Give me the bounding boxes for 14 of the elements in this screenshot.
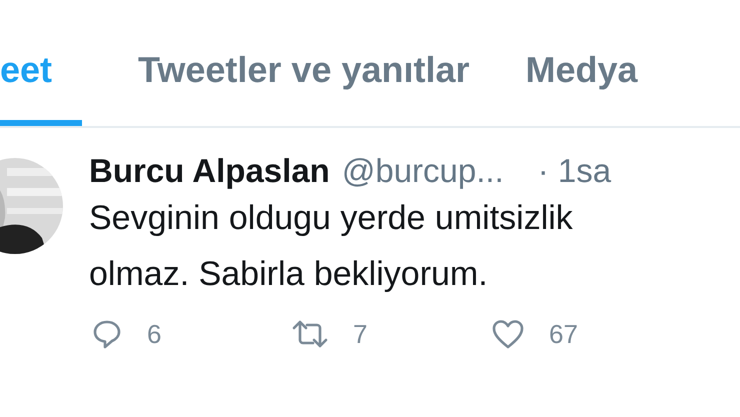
tab[interactable]: Tweetler ve yanıtlar — [138, 0, 470, 126]
action-count: 6 — [147, 318, 162, 350]
author-name[interactable]: Burcu Alpaslan — [89, 152, 330, 190]
tab[interactable]: eet — [0, 0, 82, 126]
author-handle: @burcup... — [342, 152, 504, 190]
heart-icon[interactable] — [491, 318, 525, 350]
tweet-text: Sevginin oldugu yerde umitsizlik — [89, 198, 574, 239]
action-count: 7 — [353, 318, 368, 350]
retweet-icon[interactable] — [291, 318, 329, 350]
tweet-text: olmaz. Sabirla bekliyorum. — [89, 254, 489, 295]
reply-icon[interactable] — [91, 318, 123, 350]
tweet-time: · 1sa — [538, 152, 612, 190]
tab[interactable]: Medya — [526, 0, 638, 126]
action-count: 67 — [549, 318, 578, 350]
